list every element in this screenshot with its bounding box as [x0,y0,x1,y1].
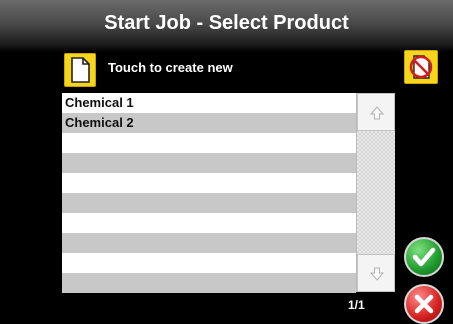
x-icon [414,294,434,314]
scroll-up-button[interactable] [357,93,395,131]
list-item[interactable] [62,253,356,273]
create-new-label[interactable]: Touch to create new [108,60,233,75]
create-new-button[interactable] [64,53,96,87]
arrow-down-icon [369,267,385,281]
list-item[interactable]: Chemical 1 [62,93,356,113]
list-scrollbar[interactable] [356,93,395,292]
arrow-up-icon [369,106,385,120]
no-product-icon [409,55,433,79]
list-item[interactable] [62,213,356,233]
confirm-button[interactable] [404,237,444,277]
no-product-button[interactable] [404,50,438,84]
page-title: Start Job - Select Product [104,12,349,34]
header-bar: Start Job - Select Product [0,0,453,52]
list-item[interactable] [62,273,356,293]
list-item[interactable]: Chemical 2 [62,113,356,133]
scroll-down-button[interactable] [357,254,395,292]
list-item[interactable] [62,233,356,253]
list-item[interactable] [62,173,356,193]
page-indicator: 1/1 [348,298,365,312]
checkmark-icon [412,247,436,267]
list-item[interactable] [62,133,356,153]
list-item[interactable] [62,193,356,213]
cancel-button[interactable] [404,284,444,324]
product-list[interactable]: Chemical 1 Chemical 2 [62,93,356,293]
list-item[interactable] [62,153,356,173]
new-document-icon [71,57,90,83]
